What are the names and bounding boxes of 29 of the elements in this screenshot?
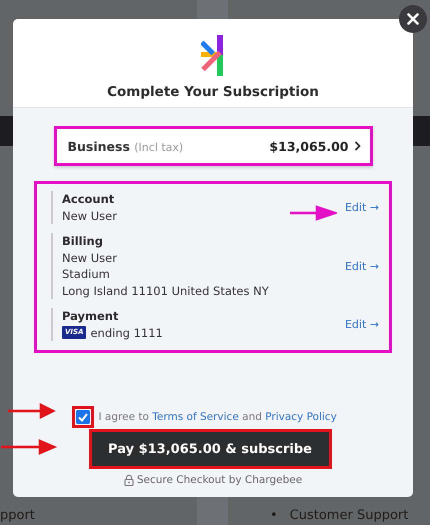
plan-name: Business (Incl tax) [68, 138, 184, 154]
detail-text: New User [62, 208, 117, 224]
card-number: ending 1111 [90, 324, 163, 341]
plan-price: $13,065.00 [269, 138, 348, 154]
section-label: Billing [62, 233, 104, 250]
section-label: Payment [62, 308, 120, 324]
plan-selector[interactable]: Business (Incl tax) $13,065.00 [54, 126, 372, 166]
edit-link[interactable]: Edit → [344, 318, 379, 331]
privacy-link[interactable]: Privacy Policy [265, 411, 337, 423]
pay-button[interactable]: Pay $13,065.00 & subscribe [88, 429, 332, 469]
agree-checkbox[interactable] [76, 410, 90, 424]
lock-icon [124, 474, 134, 486]
terms-link[interactable]: Terms of Service [152, 411, 239, 423]
annotation-arrow [289, 205, 337, 221]
close-icon [407, 13, 419, 25]
feature-item: Customer Support [290, 508, 408, 524]
logo-icon [201, 35, 225, 76]
chevron-right-icon [354, 141, 360, 151]
edit-link[interactable]: Edit → [344, 260, 379, 272]
detail-text: Long Island 11101 United States NY [62, 282, 269, 299]
dialog-title: Complete Your Subscription [107, 84, 319, 100]
detail-text: New User [62, 250, 118, 266]
consent-text: I agree to Terms of Service and Privacy Policy [98, 411, 337, 423]
detail-text: Stadium [62, 266, 111, 282]
secure-checkout-text: Secure Checkout by Chargebee [136, 474, 302, 486]
edit-link[interactable]: Edit → [344, 201, 379, 214]
bullet-mark: • [270, 508, 278, 524]
feature-text: pport [0, 508, 36, 525]
section-label: Account [62, 191, 116, 208]
